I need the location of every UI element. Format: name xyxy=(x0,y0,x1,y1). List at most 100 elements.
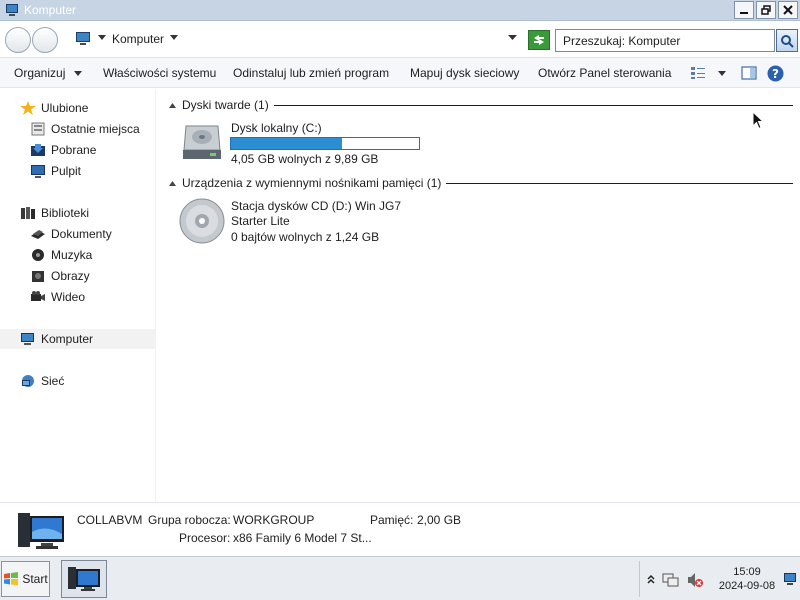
command-bar: Organizuj Właściwości systemu Odinstaluj… xyxy=(0,58,800,88)
refresh-button[interactable] xyxy=(528,30,550,50)
address-history-dropdown-icon[interactable] xyxy=(508,35,517,40)
chevron-down-icon[interactable] xyxy=(74,71,82,76)
taskbar: Start 15:09 2024-09-08 xyxy=(0,556,800,600)
drive-free-space: 0 bajtów wolnych z 1,24 GB xyxy=(231,230,380,244)
sidebar-item-favorites[interactable]: Ulubione xyxy=(20,101,150,117)
clock[interactable]: 15:09 2024-09-08 xyxy=(712,565,782,593)
computer-name: COLLABVM xyxy=(77,513,143,527)
sidebar-item-documents[interactable]: Dokumenty xyxy=(30,227,154,243)
clock-date: 2024-09-08 xyxy=(718,580,776,592)
downloads-icon xyxy=(31,144,45,156)
computer-icon xyxy=(76,32,90,45)
uninstall-program-button[interactable]: Odinstaluj lub zmień program xyxy=(233,66,389,80)
drive-name-continued: Starter Lite xyxy=(231,214,290,228)
computer-icon xyxy=(68,567,100,591)
sidebar-item-video[interactable]: Wideo xyxy=(30,290,154,306)
title-bar[interactable]: Komputer xyxy=(0,0,800,21)
collapse-caret-icon xyxy=(169,180,176,186)
chevron-down-icon[interactable] xyxy=(98,35,106,40)
processor-label: Procesor: xyxy=(179,531,231,545)
sidebar-item-libraries[interactable]: Biblioteki xyxy=(20,206,150,222)
computer-icon xyxy=(21,333,34,345)
drive-item-c[interactable]: Dysk lokalny (C:) 4,05 GB wolnych z 9,89… xyxy=(177,119,447,167)
sidebar-item-label: Pulpit xyxy=(51,164,82,178)
group-header-label: Urządzenia z wymiennymi nośnikami pamięc… xyxy=(182,176,442,190)
hard-drive-icon xyxy=(183,125,221,159)
cd-drive-icon xyxy=(179,198,225,244)
sidebar-item-label: Muzyka xyxy=(51,248,93,262)
organize-button[interactable]: Organizuj xyxy=(14,66,65,80)
show-hidden-icons-icon[interactable] xyxy=(647,574,655,584)
open-control-panel-button[interactable]: Otwórz Panel sterowania xyxy=(538,66,671,80)
memory-value: 2,00 GB xyxy=(417,513,462,527)
computer-icon xyxy=(18,513,64,549)
workgroup-label: Grupa robocza: xyxy=(148,513,231,527)
sidebar-item-downloads[interactable]: Pobrane xyxy=(30,143,154,159)
sidebar-item-desktop[interactable]: Pulpit xyxy=(30,164,154,180)
libraries-icon xyxy=(21,207,35,219)
drive-item-d[interactable]: Stacja dysków CD (D:) Win JG7 Starter Li… xyxy=(177,196,437,248)
desktop-icon xyxy=(31,165,45,178)
sidebar-item-label: Obrazy xyxy=(51,269,90,283)
sidebar-item-music[interactable]: Muzyka xyxy=(30,248,154,264)
group-divider xyxy=(446,183,793,184)
search-icon xyxy=(781,34,794,48)
system-tray: 15:09 2024-09-08 xyxy=(639,561,800,597)
help-icon[interactable]: ? xyxy=(767,65,784,82)
computer-icon xyxy=(6,4,18,16)
chevron-down-icon[interactable] xyxy=(170,35,178,40)
start-button[interactable]: Start xyxy=(1,561,50,597)
drive-name: Stacja dysków CD (D:) Win JG7 xyxy=(231,199,402,213)
taskbar-button-computer[interactable] xyxy=(61,560,107,598)
drive-name: Dysk lokalny (C:) xyxy=(231,121,322,135)
group-header-removable[interactable]: Urządzenia z wymiennymi nośnikami pamięc… xyxy=(169,176,441,190)
clock-time: 15:09 xyxy=(733,566,761,578)
sidebar-item-pictures[interactable]: Obrazy xyxy=(30,269,154,285)
drive-usage-bar xyxy=(230,137,420,150)
video-icon xyxy=(31,291,45,301)
window-title: Komputer xyxy=(24,3,77,17)
chevron-down-icon[interactable] xyxy=(718,71,726,76)
action-center-icon[interactable] xyxy=(783,572,797,586)
workgroup-value: WORKGROUP xyxy=(233,513,315,527)
svg-text:?: ? xyxy=(772,67,779,81)
recent-places-icon xyxy=(31,122,45,136)
forward-button[interactable] xyxy=(32,27,58,53)
sidebar-item-label: Pobrane xyxy=(51,143,97,157)
volume-muted-icon[interactable] xyxy=(687,572,705,588)
sidebar-item-label: Ostatnie miejsca xyxy=(51,122,140,136)
pictures-icon xyxy=(32,271,44,282)
memory-label: Pamięć: xyxy=(370,513,414,527)
system-properties-button[interactable]: Właściwości systemu xyxy=(103,66,216,80)
minimize-icon xyxy=(740,12,748,14)
processor-value: x86 Family 6 Model 7 St... xyxy=(233,531,372,545)
collapse-caret-icon xyxy=(169,102,176,108)
group-divider xyxy=(274,105,793,106)
details-pane: COLLABVM Grupa robocza: WORKGROUP Pamięć… xyxy=(0,502,800,556)
close-icon xyxy=(783,5,793,15)
view-options-icon[interactable] xyxy=(690,66,706,80)
sidebar-item-label: Dokumenty xyxy=(51,227,112,241)
network-status-icon[interactable] xyxy=(662,572,680,588)
minimize-button[interactable] xyxy=(734,1,754,19)
group-header-hard-disks[interactable]: Dyski twarde (1) xyxy=(169,98,269,112)
search-input[interactable]: Przeszukaj: Komputer xyxy=(555,29,775,52)
preview-pane-icon[interactable] xyxy=(741,66,757,80)
restore-button[interactable] xyxy=(756,1,776,19)
sidebar-item-computer[interactable]: Komputer xyxy=(0,329,156,349)
back-button[interactable] xyxy=(5,27,31,53)
restore-icon xyxy=(761,5,771,15)
map-network-drive-button[interactable]: Mapuj dysk sieciowy xyxy=(410,66,519,80)
refresh-icon xyxy=(534,35,544,45)
address-location[interactable]: Komputer xyxy=(112,32,164,46)
drive-free-space: 4,05 GB wolnych z 9,89 GB xyxy=(231,152,379,166)
file-list: Dyski twarde (1) Dysk lokalny (C:) 4,05 … xyxy=(157,89,800,502)
sidebar-item-label: Sieć xyxy=(41,374,65,388)
navigation-pane: Ulubione Ostatnie miejsca Pobrane Pulpit… xyxy=(0,89,156,502)
sidebar-item-network[interactable]: Sieć xyxy=(20,374,150,390)
sidebar-item-label: Biblioteki xyxy=(41,206,90,220)
close-button[interactable] xyxy=(778,1,798,19)
sidebar-item-recent-places[interactable]: Ostatnie miejsca xyxy=(30,122,154,138)
windows-logo-icon xyxy=(4,572,19,586)
search-button[interactable] xyxy=(776,29,798,52)
